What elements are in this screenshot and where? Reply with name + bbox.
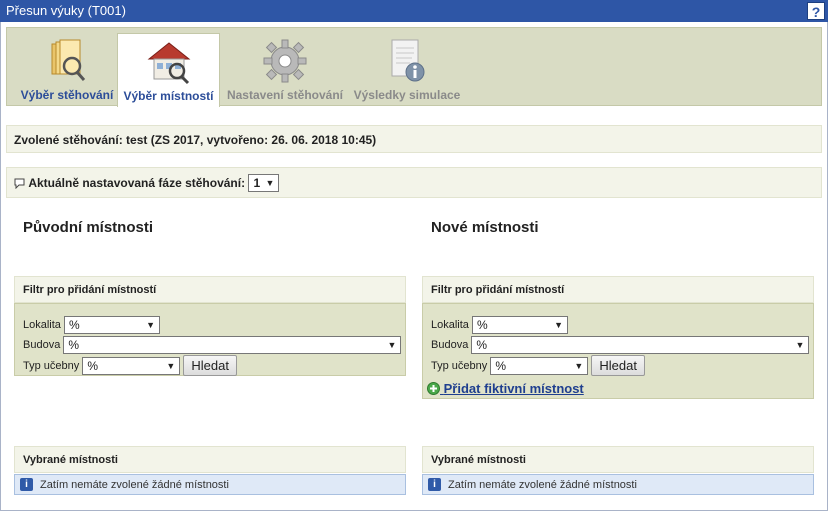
wizard-tabs: Výběr stěhování Výběr místností Nastaven… [6, 27, 822, 107]
title-bar: Přesun výuky (T001) ? [0, 0, 828, 22]
help-button[interactable]: ? [807, 2, 825, 20]
chevron-down-icon: ▼ [265, 178, 275, 188]
left-section-title: Původní místnosti [23, 219, 154, 236]
tab-vysledky-simulace[interactable]: Výsledky simulace [352, 33, 462, 106]
left-notice: i Zatím nemáte zvolené žádné místnosti [14, 474, 406, 495]
folder-search-icon [51, 39, 86, 81]
typ-ucebny-select-value: % [495, 358, 506, 373]
lokalita-label: Lokalita [431, 319, 469, 331]
right-filter-header: Filtr pro přidání místností [422, 276, 814, 303]
chevron-down-icon: ▼ [795, 340, 805, 350]
typ-ucebny-select-value: % [87, 358, 98, 373]
add-fictive-room-link[interactable]: Přidat fiktivní místnost [427, 381, 584, 396]
add-link-text: Přidat fiktivní místnost [443, 381, 584, 396]
left-filter-panel: Lokalita % ▼ Budova % ▼ Typ učebny % ▼ H… [14, 303, 406, 376]
tab-label: Výběr stěhování [20, 88, 114, 102]
budova-select[interactable]: % ▼ [471, 336, 810, 354]
tab-label: Nastavení stěhování [226, 88, 344, 102]
lokalita-select-value: % [476, 318, 488, 332]
chevron-down-icon: ▼ [387, 340, 397, 350]
typ-ucebny-select[interactable]: % ▼ [490, 356, 589, 375]
phase-bar: Aktuálně nastavovaná fáze stěhování: 1 ▼ [6, 167, 822, 198]
lokalita-select-value: % [68, 318, 80, 332]
search-button[interactable]: Hledat [183, 355, 237, 376]
right-notice: i Zatím nemáte zvolené žádné místnosti [422, 474, 814, 495]
chevron-down-icon: ▼ [554, 320, 563, 330]
right-selected-header: Vybrané místnosti [422, 446, 814, 473]
selected-move-text: Zvolené stěhování: test (ZS 2017, vytvoř… [14, 133, 377, 147]
budova-label: Budova [23, 339, 61, 351]
gear-icon [263, 39, 307, 83]
typ-ucebny-select[interactable]: % ▼ [82, 356, 181, 375]
typ-ucebny-label: Typ učebny [23, 359, 80, 372]
tab-vyber-stehovani[interactable]: Výběr stěhování [13, 33, 121, 106]
lokalita-select[interactable]: % ▼ [471, 316, 568, 334]
phase-label: Aktuálně nastavovaná fáze stěhování: [28, 176, 246, 190]
budova-select-value: % [68, 338, 80, 352]
tab-vyber-mistnosti[interactable]: Výběr místností [117, 33, 220, 107]
left-selected-header: Vybrané místnosti [14, 446, 406, 473]
left-notice-text: Zatím nemáte zvolené žádné místnosti [40, 479, 229, 491]
chevron-down-icon: ▼ [146, 320, 155, 330]
phase-select-value: 1 [253, 176, 261, 190]
right-section-title: Nové místnosti [431, 219, 539, 236]
house-search-icon [147, 42, 190, 85]
typ-ucebny-label: Typ učebny [431, 359, 488, 372]
chevron-down-icon: ▼ [574, 360, 584, 371]
phase-select[interactable]: 1 ▼ [248, 174, 280, 192]
lokalita-select[interactable]: % ▼ [63, 316, 160, 334]
left-filter-header: Filtr pro přidání místností [14, 276, 406, 303]
budova-select[interactable]: % ▼ [63, 336, 402, 354]
comment-icon [14, 178, 25, 189]
document-info-icon [391, 39, 425, 82]
right-filter-panel: Lokalita % ▼ Budova % ▼ Typ učebny % ▼ H… [422, 303, 814, 399]
add-icon [427, 382, 440, 395]
budova-label: Budova [431, 339, 469, 351]
budova-select-value: % [476, 338, 488, 352]
search-button[interactable]: Hledat [591, 355, 645, 376]
info-icon: i [428, 478, 441, 491]
tab-nastaveni-stehovani[interactable]: Nastavení stěhování [225, 33, 345, 106]
selected-move-bar: Zvolené stěhování: test (ZS 2017, vytvoř… [6, 125, 822, 153]
info-icon: i [20, 478, 33, 491]
tab-label: Výběr místností [123, 89, 214, 103]
lokalita-label: Lokalita [23, 319, 61, 331]
window-title: Přesun výuky (T001) [6, 3, 126, 18]
tab-label: Výsledky simulace [353, 88, 461, 102]
right-notice-text: Zatím nemáte zvolené žádné místnosti [448, 479, 637, 491]
chevron-down-icon: ▼ [166, 360, 176, 371]
